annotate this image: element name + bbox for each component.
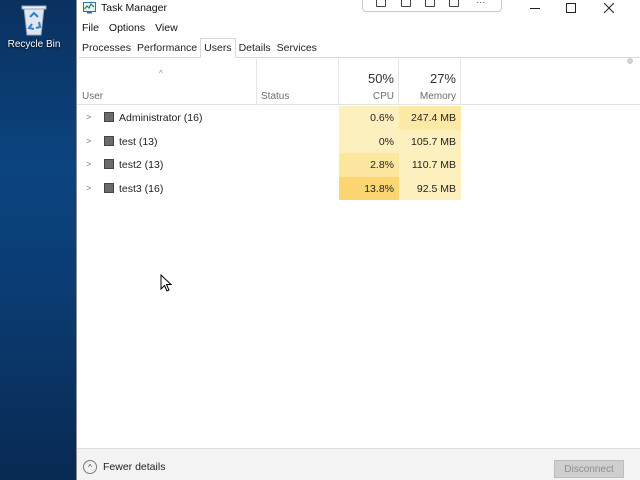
snipping-toolbar: ···: [362, 0, 502, 12]
fullscreen-snip-icon[interactable]: [424, 0, 435, 7]
menu-file[interactable]: File: [82, 22, 99, 34]
user-cpu: 0.6%: [339, 106, 399, 130]
close-icon: [604, 2, 614, 13]
more-icon[interactable]: ···: [474, 0, 488, 7]
window-snip-icon[interactable]: [400, 0, 411, 7]
recycle-bin-icon: [21, 5, 47, 36]
table-row[interactable]: > test3 (16) 13.8% 92.5 MB: [77, 176, 640, 200]
chevron-up-circle-icon: ^: [83, 460, 97, 474]
menu-view[interactable]: View: [155, 22, 178, 34]
recycle-bin-label: Recycle Bin: [7, 39, 61, 50]
disconnect-button[interactable]: Disconnect: [554, 460, 624, 478]
task-manager-window: Task Manager ··· File Options View Proce…: [76, 0, 640, 480]
tab-performance[interactable]: Performance: [134, 39, 200, 57]
tab-processes[interactable]: Processes: [79, 39, 134, 57]
user-name: test2 (13): [119, 159, 164, 171]
table-row[interactable]: > test2 (13) 2.8% 110.7 MB: [77, 153, 640, 177]
column-memory-label: Memory: [419, 91, 456, 102]
user-cpu: 13.8%: [339, 176, 399, 200]
table-row[interactable]: > test (13) 0% 105.7 MB: [77, 129, 640, 153]
freeform-snip-icon[interactable]: [449, 0, 460, 7]
table-row[interactable]: > Administrator (16) 0.6% 247.4 MB: [77, 106, 640, 130]
column-status[interactable]: Status: [257, 59, 339, 105]
user-name: Administrator (16): [119, 112, 203, 124]
recycle-bin[interactable]: Recycle Bin: [3, 2, 65, 50]
tab-details[interactable]: Details: [236, 39, 274, 57]
column-user-label: User: [82, 91, 104, 102]
user-icon: [104, 159, 114, 169]
minimize-button[interactable]: [517, 0, 553, 15]
user-icon: [104, 182, 114, 193]
expand-chevron-icon[interactable]: >: [86, 159, 91, 169]
column-cpu[interactable]: 50% CPU: [339, 59, 399, 105]
scrollbar-indicator[interactable]: [627, 58, 633, 64]
user-memory: 105.7 MB: [399, 129, 461, 153]
tab-users[interactable]: Users: [200, 38, 236, 58]
user-cpu: 0%: [339, 129, 399, 153]
column-user[interactable]: User: [77, 59, 257, 105]
user-memory: 247.4 MB: [399, 106, 461, 130]
maximize-icon: [566, 2, 576, 13]
tab-strip: Processes Performance Users Details Serv…: [79, 38, 639, 58]
task-manager-icon: [83, 2, 96, 14]
close-button[interactable]: [591, 0, 627, 15]
fewer-details-button[interactable]: ^ Fewer details: [83, 460, 165, 474]
mouse-cursor-icon: [160, 274, 172, 292]
minimize-icon: [530, 7, 540, 9]
maximize-button[interactable]: [553, 0, 589, 15]
expand-chevron-icon[interactable]: >: [86, 183, 91, 193]
user-name: test (13): [119, 135, 158, 148]
user-memory: 92.5 MB: [399, 176, 461, 200]
expand-chevron-icon[interactable]: >: [86, 136, 91, 146]
column-status-label: Status: [261, 91, 290, 102]
title-bar[interactable]: Task Manager ···: [77, 0, 640, 17]
user-icon: [104, 112, 114, 122]
cpu-total: 50%: [367, 71, 394, 86]
window-title: Task Manager: [101, 2, 167, 14]
menu-options[interactable]: Options: [109, 22, 145, 34]
memory-total: 27%: [429, 71, 456, 86]
tab-services[interactable]: Services: [274, 39, 320, 57]
column-cpu-label: CPU: [372, 91, 394, 102]
rect-snip-icon[interactable]: [376, 0, 387, 7]
column-memory[interactable]: 27% Memory: [399, 59, 461, 105]
menu-bar: File Options View: [77, 19, 640, 37]
footer-bar: ^ Fewer details Disconnect: [77, 448, 640, 480]
users-table: > Administrator (16) 0.6% 247.4 MB > tes…: [77, 106, 640, 200]
column-header: ^ User Status 50% CPU 27% Memory: [77, 59, 640, 105]
user-name: test3 (16): [119, 182, 164, 195]
user-cpu: 2.8%: [339, 153, 399, 177]
desktop: Recycle Bin: [0, 0, 76, 480]
fewer-details-label: Fewer details: [103, 461, 166, 473]
user-memory: 110.7 MB: [399, 153, 461, 177]
user-icon: [104, 135, 114, 146]
expand-chevron-icon[interactable]: >: [86, 112, 91, 122]
